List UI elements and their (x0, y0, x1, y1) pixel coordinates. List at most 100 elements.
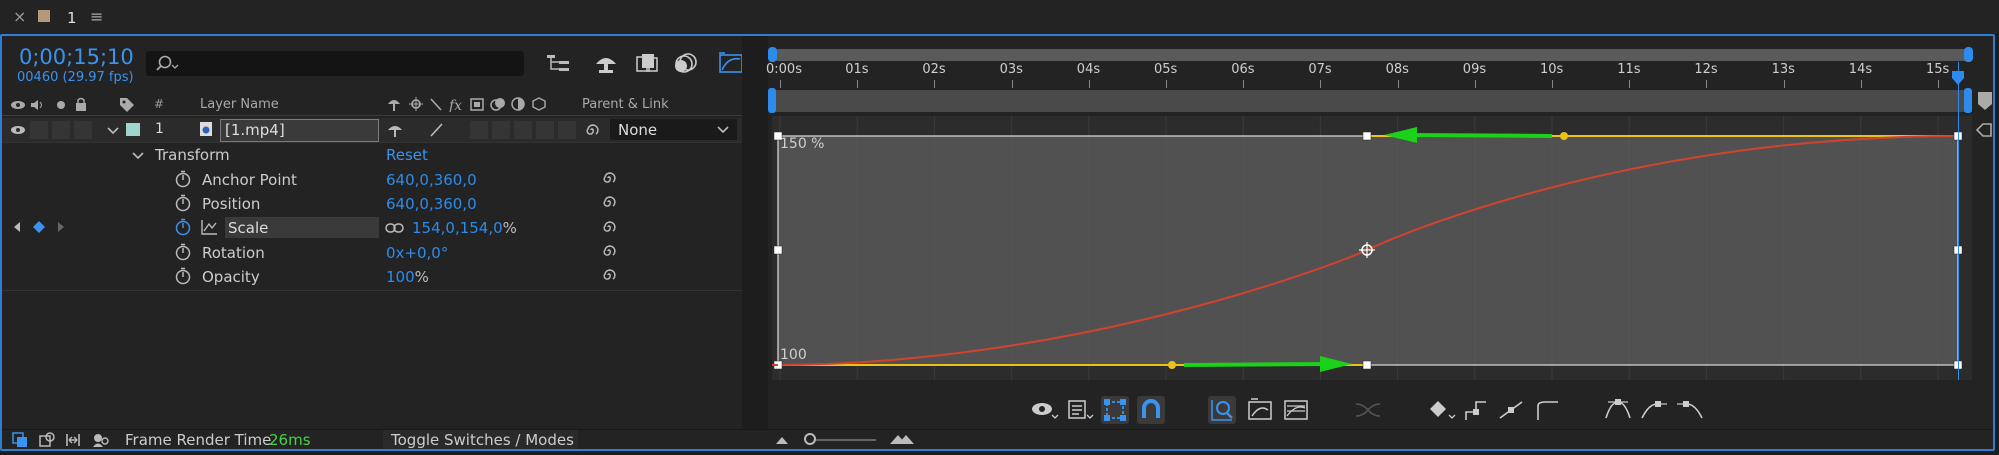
convert-to-auto-bezier-icon[interactable] (1533, 398, 1561, 422)
zoom-in-mountains-icon[interactable] (889, 432, 915, 446)
anchor-point-pickwhip-icon[interactable] (600, 169, 618, 187)
switches-header-icons[interactable]: fx (385, 96, 565, 112)
current-time-display[interactable]: 0;00;15;10 (19, 45, 134, 69)
transform-label[interactable]: Transform (155, 146, 230, 164)
time-navigator-end-handle[interactable] (1964, 47, 1973, 62)
transform-reset-link[interactable]: Reset (386, 146, 428, 164)
column-parent-link[interactable]: Parent & Link (582, 97, 669, 112)
zoom-slider-track[interactable] (806, 439, 876, 441)
current-time-indicator-head[interactable] (1951, 70, 1965, 86)
easy-ease-icon[interactable] (1603, 398, 1633, 422)
time-ruler[interactable]: 0:00s 01s 02s 03s 04s 05s 06s 07s 08s 09s 10s 11s 12… (766, 62, 1972, 88)
toggle-switches-modes-button[interactable]: Toggle Switches / Modes (383, 430, 578, 450)
property-name-position[interactable]: Position (202, 195, 260, 213)
in-out-duration-pane-icon[interactable] (65, 432, 81, 448)
label-header-icon[interactable] (118, 96, 136, 112)
transfer-controls-pane-icon[interactable] (39, 432, 55, 448)
convert-to-hold-icon[interactable] (1462, 398, 1490, 422)
auto-zoom-height-button[interactable] (1208, 396, 1236, 424)
transform-expand-chevron-icon[interactable] (131, 151, 145, 161)
column-layer-name[interactable]: Layer Name (200, 97, 279, 112)
shy-layers-icon[interactable] (592, 51, 620, 75)
graph-type-options-icon[interactable] (1066, 398, 1096, 422)
motion-blur-icon[interactable] (672, 51, 700, 75)
render-time-pane-icon[interactable] (92, 432, 110, 448)
lock-switch-header-icon[interactable] (74, 97, 88, 111)
rotation-stopwatch-icon[interactable] (174, 243, 192, 261)
scale-pickwhip-icon[interactable] (600, 218, 618, 236)
opacity-pickwhip-icon[interactable] (600, 266, 618, 284)
scale-stopwatch-icon[interactable] (174, 218, 192, 236)
property-name-anchor-point[interactable]: Anchor Point (202, 171, 297, 189)
frame-blending-icon[interactable] (634, 51, 662, 75)
parent-pickwhip-icon[interactable] (583, 121, 601, 139)
work-area-bar[interactable] (772, 90, 1972, 112)
position-number[interactable]: 640,0,360,0 (386, 195, 477, 213)
layer-switches-pane-icon[interactable] (12, 432, 28, 448)
work-area-start-handle[interactable] (768, 88, 776, 113)
tab-title[interactable]: 1 (67, 9, 77, 27)
solo-switch-header-icon[interactable] (55, 98, 67, 112)
layer-expand-chevron-icon[interactable] (106, 126, 120, 136)
property-name-opacity[interactable]: Opacity (202, 268, 260, 286)
scale-value[interactable]: 154,0,154,0% (412, 219, 517, 237)
zoom-slider-thumb[interactable] (804, 433, 816, 445)
scale-row-selected[interactable]: Scale (225, 217, 379, 238)
zoom-out-mountain-icon[interactable] (774, 434, 790, 446)
transform-box-button[interactable] (1101, 396, 1129, 424)
position-stopwatch-icon[interactable] (174, 194, 192, 212)
anchor-point-stopwatch-icon[interactable] (174, 170, 192, 188)
rotation-value[interactable]: 0x+0,0° (386, 244, 448, 262)
graph-editor-canvas[interactable] (772, 116, 1972, 380)
search-input[interactable] (146, 51, 524, 76)
audio-switch-header-icon[interactable] (29, 98, 45, 112)
scale-number[interactable]: 154,0,154,0 (412, 219, 503, 237)
easy-ease-out-icon[interactable] (1675, 398, 1705, 422)
tab-menu-button[interactable]: ≡ (90, 7, 103, 26)
layer-quality-switch[interactable] (428, 122, 446, 138)
parent-dropdown[interactable]: None (610, 119, 737, 140)
layer-visibility-toggle[interactable] (10, 123, 26, 137)
layer-switch-slots[interactable] (470, 121, 590, 139)
add-keyframe-diamond-icon[interactable] (32, 220, 46, 234)
position-pickwhip-icon[interactable] (600, 193, 618, 211)
composition-flowchart-icon[interactable] (545, 52, 573, 76)
separate-dimensions-icon[interactable] (1353, 398, 1383, 422)
time-navigator[interactable] (772, 49, 1972, 61)
opacity-number[interactable]: 100 (386, 268, 415, 286)
layer-audio-toggle[interactable] (30, 121, 48, 139)
fit-all-graphs-icon[interactable] (1282, 396, 1310, 424)
work-area-end-handle[interactable] (1964, 88, 1972, 113)
layer-solo-toggle[interactable] (52, 121, 70, 139)
rotation-pickwhip-icon[interactable] (600, 242, 618, 260)
time-navigator-start-handle[interactable] (768, 47, 777, 62)
anchor-point-value[interactable]: 640,0,360,0 (386, 171, 477, 189)
comp-marker-bin-icon[interactable] (1975, 90, 1995, 112)
constrain-proportions-link-icon[interactable] (385, 221, 405, 235)
layer-label-color[interactable] (126, 123, 140, 136)
property-name-rotation[interactable]: Rotation (202, 244, 265, 262)
next-keyframe-arrow-icon[interactable] (56, 221, 66, 233)
panel-divider[interactable] (742, 36, 768, 431)
opacity-stopwatch-icon[interactable] (174, 267, 192, 285)
easy-ease-in-icon[interactable] (1639, 398, 1669, 422)
layer-shy-switch[interactable] (386, 122, 404, 138)
convert-to-linear-icon[interactable] (1497, 398, 1525, 422)
scale-graph-toggle-icon[interactable] (200, 219, 218, 235)
video-switch-header-icon[interactable] (10, 98, 26, 112)
frame-count: 00460 (29.97 fps) (17, 70, 134, 85)
layer-index: 1 (155, 121, 164, 137)
tab-close-button[interactable]: × (13, 7, 26, 26)
opacity-value[interactable]: 100% (386, 268, 429, 286)
property-marker-icon[interactable] (1975, 120, 1995, 140)
edit-keyframe-icon[interactable] (1428, 398, 1458, 422)
layer-lock-toggle[interactable] (74, 121, 92, 139)
previous-keyframe-arrow-icon[interactable] (12, 221, 22, 233)
choose-properties-eye-icon[interactable] (1030, 398, 1060, 422)
layer-name-field[interactable]: [1.mp4] (220, 119, 379, 142)
fit-selection-icon[interactable] (1246, 396, 1274, 424)
rotation-number[interactable]: 0x+0,0° (386, 244, 448, 262)
snap-button[interactable] (1137, 396, 1165, 424)
anchor-point-number[interactable]: 640,0,360,0 (386, 171, 477, 189)
position-value[interactable]: 640,0,360,0 (386, 195, 477, 213)
